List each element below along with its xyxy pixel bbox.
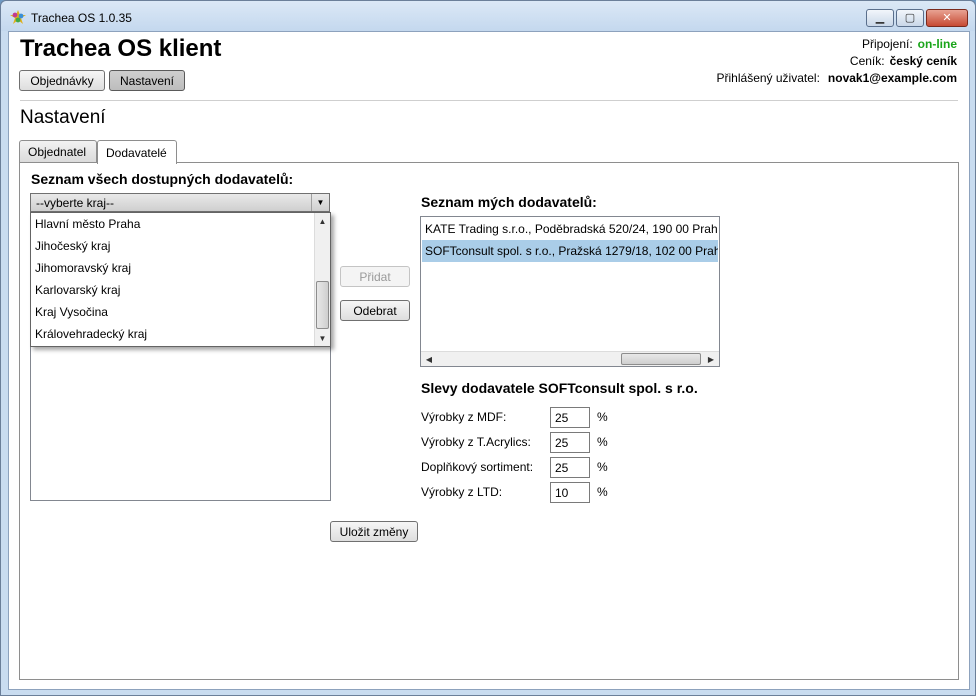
discount-unit: % [597,435,608,449]
discount-unit: % [597,485,608,499]
nav-settings-button[interactable]: Nastavení [109,70,185,91]
my-suppliers-list[interactable]: KATE Trading s.r.o., Poděbradská 520/24,… [420,216,720,367]
connection-status: Připojení: on-line [862,37,957,53]
client-area: Trachea OS klient Objednávky Nastavení P… [8,31,970,690]
maximize-button[interactable]: ▢ [896,9,924,27]
discount-input-ltd[interactable] [550,482,590,503]
minimize-icon: ▁ [875,12,885,24]
region-option[interactable]: Hlavní město Praha [35,217,140,239]
pricelist-value: český ceník [889,54,957,68]
user-value: novak1@example.com [827,71,957,85]
title-bar[interactable]: Trachea OS 1.0.35 ▁ ▢ ✕ [1,1,975,31]
dropdown-scrollbar[interactable]: ▲ ▼ [314,213,330,346]
my-suppliers-heading: Seznam mých dodavatelů: [421,194,597,210]
all-suppliers-heading: Seznam všech dostupných dodavatelů: [31,171,294,187]
header-divider [20,100,958,101]
scroll-left-icon[interactable]: ◀ [421,352,437,366]
horizontal-scrollbar[interactable]: ◀ ▶ [421,351,719,366]
nav-orders-button[interactable]: Objednávky [19,70,105,91]
user-label: Přihlášený uživatel: [716,71,820,85]
discount-input-accessories[interactable] [550,457,590,478]
window-title: Trachea OS 1.0.35 [31,11,132,25]
maximize-icon: ▢ [904,12,916,24]
discount-input-tacrylics[interactable] [550,432,590,453]
region-option[interactable]: Jihomoravský kraj [35,261,131,283]
list-item[interactable]: KATE Trading s.r.o., Poděbradská 520/24,… [422,218,718,240]
discount-label-mdf: Výrobky z MDF: [421,410,507,424]
region-dropdown: Hlavní město Praha Jihočeský kraj Jihomo… [30,212,331,347]
connection-label: Připojení: [861,37,913,51]
scroll-right-icon[interactable]: ▶ [703,352,719,366]
region-option[interactable]: Kraj Vysočina [35,305,108,327]
close-icon: ✕ [942,12,952,24]
scrollbar-thumb[interactable] [621,353,701,365]
tab-dodavatele[interactable]: Dodavatelé [97,140,177,164]
window-controls: ▁ ▢ ✕ [866,9,968,27]
minimize-button[interactable]: ▁ [866,9,894,27]
app-window: Trachea OS 1.0.35 ▁ ▢ ✕ Trachea OS klien… [0,0,976,696]
app-logo-icon [10,10,26,24]
page-title: Nastavení [20,107,106,128]
pricelist-status: Ceník: český ceník [850,54,957,70]
region-select[interactable]: --vyberte kraj-- ▼ [30,193,330,212]
app-title: Trachea OS klient [20,35,222,62]
remove-supplier-button[interactable]: Odebrat [340,300,410,321]
pricelist-label: Ceník: [849,54,885,68]
discount-input-mdf[interactable] [550,407,590,428]
region-option[interactable]: Jihočeský kraj [35,239,110,261]
region-option[interactable]: Karlovarský kraj [35,283,120,305]
save-changes-button[interactable]: Uložit změny [330,521,418,542]
scrollbar-thumb[interactable] [316,281,329,329]
connection-value: on-line [917,37,957,51]
user-status: Přihlášený uživatel: novak1@example.com [717,71,957,87]
discount-label-accessories: Doplňkový sortiment: [421,460,534,474]
region-select-value: --vyberte kraj-- [36,196,115,210]
scroll-up-icon[interactable]: ▲ [315,213,330,229]
discounts-heading: Slevy dodavatele SOFTconsult spol. s r.o… [421,380,698,396]
discount-label-ltd: Výrobky z LTD: [421,485,503,499]
discount-unit: % [597,410,608,424]
scroll-down-icon[interactable]: ▼ [315,330,330,346]
region-option[interactable]: Královehradecký kraj [35,327,147,349]
chevron-down-icon[interactable]: ▼ [311,194,329,211]
add-supplier-button[interactable]: Přidat [340,266,410,287]
close-button[interactable]: ✕ [926,9,968,27]
discount-label-tacrylics: Výrobky z T.Acrylics: [421,435,531,449]
list-item[interactable]: SOFTconsult spol. s r.o., Pražská 1279/1… [422,240,718,262]
discount-unit: % [597,460,608,474]
tab-objednatel[interactable]: Objednatel [19,140,97,163]
